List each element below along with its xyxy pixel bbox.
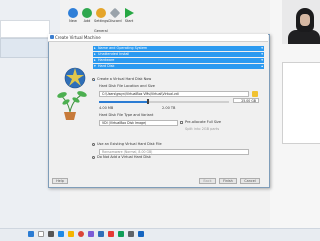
section-label: Hard Disk: [98, 64, 115, 68]
disk-size-slider-fill: [99, 101, 149, 103]
section-label: Hardware: [98, 58, 115, 62]
section-hard-disk[interactable]: ▾ Hard Disk ▴: [93, 64, 264, 69]
dialog-title: Create Virtual Machine: [55, 35, 101, 40]
app-icon[interactable]: [128, 231, 134, 237]
section-hardware[interactable]: ▸ Hardware ▾: [93, 58, 264, 63]
folder-icon[interactable]: [252, 91, 258, 97]
new-button[interactable]: New: [66, 8, 80, 23]
type-variant-label: Hard Disk File Type and Variant: [99, 113, 154, 117]
plant-illustration: [57, 67, 87, 120]
discard-button[interactable]: Discard: [108, 7, 122, 23]
webcam-person-face: [300, 14, 310, 26]
no-disk-label: Do Not Add a Virtual Hard Disk: [97, 155, 151, 159]
section-label: Unattended Install: [98, 52, 130, 56]
start-menu-icon[interactable]: [28, 231, 34, 237]
new-label: New: [69, 19, 77, 23]
discard-icon: [109, 7, 121, 19]
back-button[interactable]: Back: [199, 178, 216, 184]
expand-arrow-icon: ▾: [94, 64, 96, 68]
preallocate-label: Pre-allocate Full Size: [185, 120, 222, 124]
disk-location-input[interactable]: C:\Users\gwyn\VirtualBox VMs\Virtual\Vir…: [99, 91, 249, 97]
start-button[interactable]: Start: [122, 8, 136, 23]
search-icon[interactable]: [38, 231, 44, 237]
add-label: Add: [83, 19, 91, 23]
section-unattended[interactable]: ▸ Unattended Install ▾: [93, 52, 264, 57]
file-explorer-icon[interactable]: [68, 231, 74, 237]
discard-label: Discard: [108, 19, 122, 23]
preview-panel: [282, 62, 320, 144]
chevron-down-icon: ▾: [261, 58, 263, 62]
settings-button[interactable]: Settings: [94, 8, 108, 23]
location-size-label: Hard Disk File Location and Size: [99, 84, 155, 88]
expand-arrow-icon: ▸: [94, 52, 96, 56]
manager-toolbar: New Add Settings Discard Start: [66, 7, 146, 30]
help-button[interactable]: Help: [52, 178, 68, 184]
add-icon: [82, 8, 92, 18]
task-view-icon[interactable]: [48, 231, 54, 237]
section-label: Name and Operating System: [98, 46, 148, 50]
use-existing-label: Use an Existing Virtual Hard Disk File: [97, 142, 162, 146]
expand-arrow-icon: ▸: [94, 46, 96, 50]
slider-max-label: 2.00 TB: [162, 106, 176, 110]
new-icon: [68, 8, 78, 18]
create-new-disk-radio[interactable]: [92, 78, 95, 81]
start-arrow-icon: [124, 8, 134, 18]
edge-icon[interactable]: [58, 231, 64, 237]
general-section-label: General: [94, 29, 108, 33]
disk-type-select[interactable]: VDI (VirtualBox Disk Image): [99, 120, 178, 126]
chevron-down-icon: ▾: [261, 52, 263, 56]
disk-size-input[interactable]: 25.00 GB: [233, 98, 259, 103]
section-name-os[interactable]: ▸ Name and Operating System ▾: [93, 46, 264, 51]
finish-button[interactable]: Finish: [219, 178, 237, 184]
vm-list-item[interactable]: [0, 20, 50, 38]
chevron-up-icon: ▴: [261, 64, 263, 68]
app-icon[interactable]: [138, 231, 144, 237]
disk-size-slider-handle[interactable]: [147, 99, 150, 104]
slider-min-label: 4.00 MB: [99, 106, 114, 110]
webcam-person-body: [288, 30, 320, 44]
preallocate-checkbox[interactable]: [180, 121, 183, 124]
virtualbox-icon: [50, 35, 54, 39]
create-new-disk-label: Create a Virtual Hard Disk Now: [97, 77, 152, 81]
chrome-icon[interactable]: [78, 231, 84, 237]
add-button[interactable]: Add: [80, 8, 94, 23]
vm-list-item-selected[interactable]: [0, 38, 50, 58]
start-label: Start: [124, 19, 134, 23]
cancel-button[interactable]: Cancel: [240, 178, 260, 184]
gear-icon: [96, 8, 106, 18]
expand-arrow-icon: ▸: [94, 58, 96, 62]
store-icon[interactable]: [88, 231, 94, 237]
chevron-down-icon: ▾: [261, 46, 263, 50]
no-disk-radio[interactable]: [92, 156, 95, 159]
use-existing-disk-radio[interactable]: [92, 143, 95, 146]
recorder-icon[interactable]: [108, 231, 114, 237]
virtualbox-taskbar-icon[interactable]: [98, 231, 104, 237]
split-label: Split into 2GB parts: [185, 127, 220, 131]
settings-label: Settings: [94, 19, 109, 23]
app-icon[interactable]: [118, 231, 124, 237]
